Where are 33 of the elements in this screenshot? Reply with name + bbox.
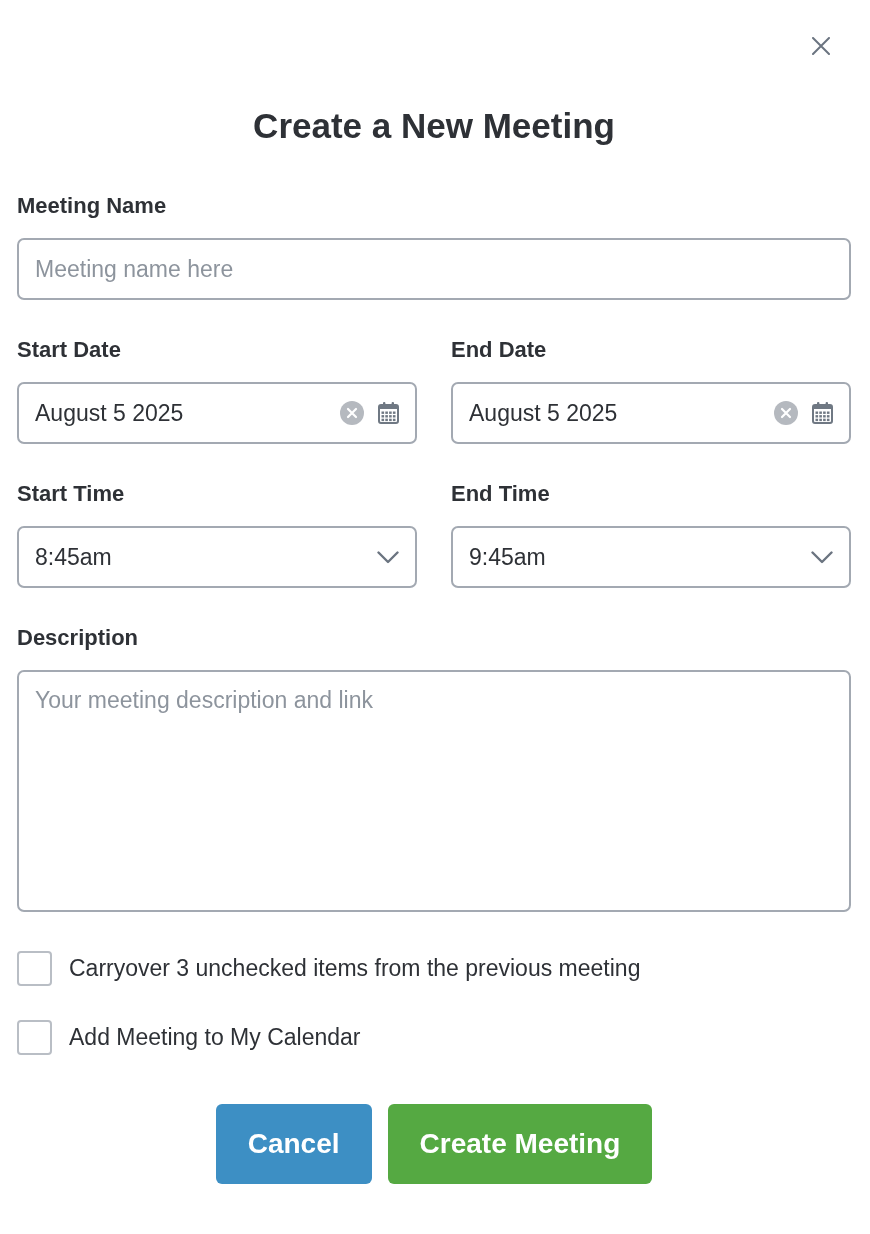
calendar-icon — [378, 402, 399, 424]
clear-button[interactable] — [774, 401, 798, 425]
clear-button[interactable] — [340, 401, 364, 425]
field-label: Start Date — [17, 336, 122, 364]
field-label: Meeting Name — [17, 192, 168, 220]
clear-icon — [340, 401, 364, 425]
chevron-down-icon — [811, 550, 833, 564]
checkbox[interactable] — [17, 951, 52, 986]
date-input[interactable]: August 5 2025 — [17, 382, 417, 444]
cancel-button[interactable]: Cancel — [215, 1104, 372, 1184]
calendar-icon — [812, 402, 833, 424]
text-input[interactable]: Meeting name here — [17, 238, 851, 300]
field-label: End Time — [451, 480, 551, 508]
time-value: 9:45am — [469, 543, 547, 571]
calendar-button[interactable] — [812, 402, 833, 424]
field-label: End Date — [451, 336, 548, 364]
close-icon — [812, 37, 830, 55]
field-label: Start Time — [17, 480, 126, 508]
calendar-button[interactable] — [378, 402, 399, 424]
checkbox-label: Add Meeting to My Calendar — [69, 1024, 361, 1051]
checkbox[interactable] — [17, 1020, 52, 1055]
date-value: August 5 2025 — [469, 399, 619, 427]
chevron-down-icon — [377, 550, 399, 564]
date-value: August 5 2025 — [35, 399, 185, 427]
clear-icon — [774, 401, 798, 425]
date-input[interactable]: August 5 2025 — [451, 382, 851, 444]
field-label: Description — [17, 624, 140, 652]
checkbox-label: Carryover 3 unchecked items from the previous meeting — [69, 955, 641, 982]
textarea-input[interactable]: Your meeting description and link — [17, 670, 851, 912]
time-value: 8:45am — [35, 543, 113, 571]
time-select[interactable]: 9:45am — [451, 526, 851, 588]
time-select[interactable]: 8:45am — [17, 526, 417, 588]
dialog-title: Create a New Meeting — [252, 105, 616, 147]
